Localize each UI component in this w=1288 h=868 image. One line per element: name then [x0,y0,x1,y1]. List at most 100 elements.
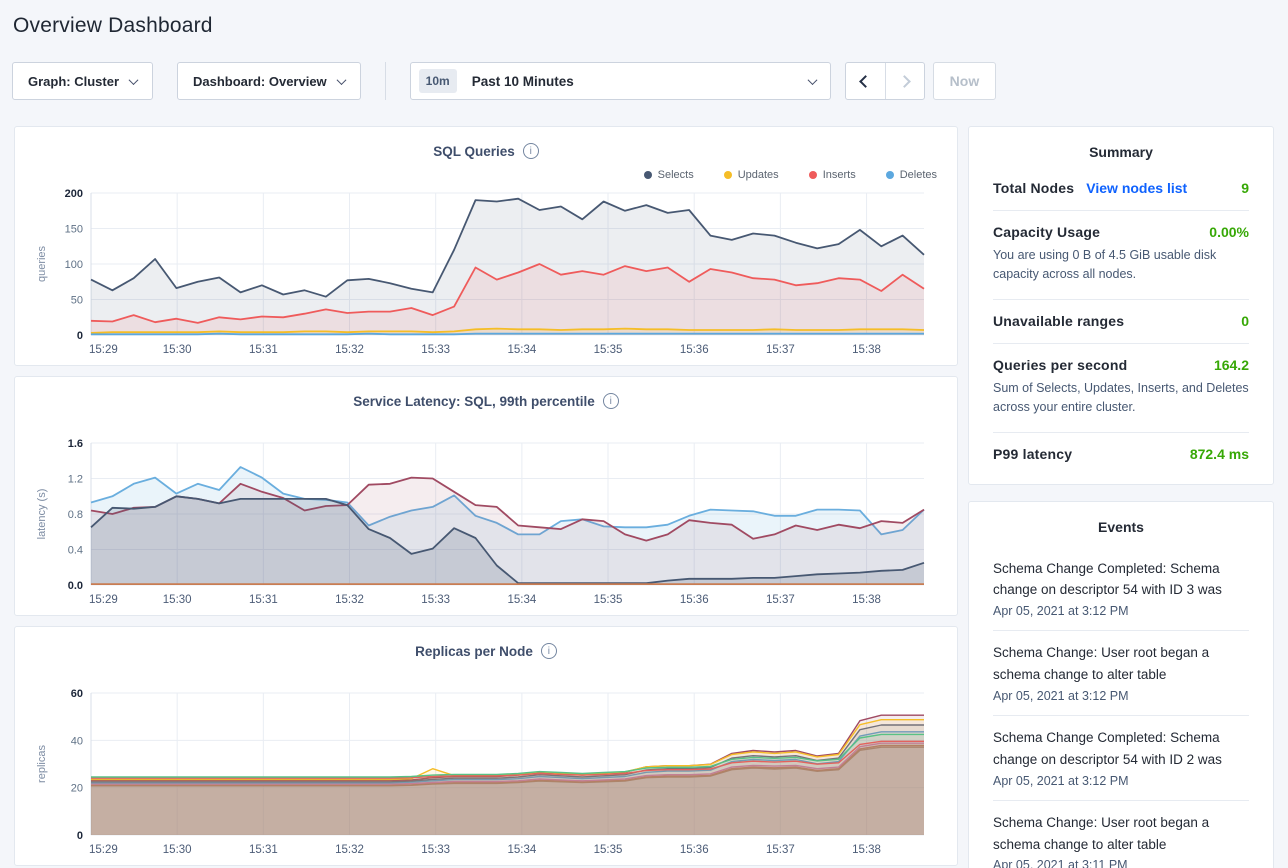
legend-dot-icon [886,171,894,179]
svg-text:0: 0 [77,830,83,842]
chart-header: SQL Queries [31,139,941,163]
events-panel: Events Schema Change Completed: Schema c… [968,501,1274,868]
chevron-down-icon [129,75,139,85]
svg-text:15:34: 15:34 [507,844,536,856]
dashboard-dropdown-label: Dashboard: Overview [193,74,327,89]
svg-text:15:31: 15:31 [249,594,278,606]
svg-text:15:38: 15:38 [852,844,881,856]
legend-item[interactable]: Inserts [809,169,856,181]
svg-text:100: 100 [65,259,83,271]
legend-item[interactable]: Deletes [886,169,937,181]
svg-text:60: 60 [71,688,83,700]
event-item[interactable]: Schema Change: User root began a schema … [993,630,1249,715]
svg-text:15:33: 15:33 [421,344,450,356]
sql-queries-chart-plot[interactable]: 05010015020015:2915:3015:3115:3215:3315:… [31,187,943,359]
prev-time-button[interactable] [846,63,885,99]
replicas-chart-plot[interactable]: 020406015:2915:3015:3115:3215:3315:3415:… [31,687,943,859]
summary-row-p99-latency: P99 latency 872.4 ms [993,432,1249,476]
svg-text:15:36: 15:36 [680,594,709,606]
svg-text:15:33: 15:33 [421,844,450,856]
svg-text:15:30: 15:30 [163,594,192,606]
time-step-buttons [845,62,925,100]
legend-dot-icon [724,171,732,179]
charts-column: SQL Queries Selects Updates Inserts Deletes… [14,126,958,868]
svg-text:15:37: 15:37 [766,844,795,856]
svg-text:1.2: 1.2 [68,474,83,486]
event-item[interactable]: Schema Change Completed: Schema change o… [993,715,1249,800]
svg-text:15:31: 15:31 [249,844,278,856]
event-text: Schema Change Completed: Schema change o… [993,558,1249,602]
chevron-down-icon [807,75,817,85]
next-time-button[interactable] [885,63,924,99]
legend-item[interactable]: Updates [724,169,779,181]
legend-item[interactable]: Selects [644,169,694,181]
svg-text:15:29: 15:29 [89,344,118,356]
svg-text:15:32: 15:32 [335,594,364,606]
view-nodes-list-link[interactable]: View nodes list [1086,180,1187,196]
now-button[interactable]: Now [933,62,997,100]
svg-text:15:32: 15:32 [335,844,364,856]
summary-label: Unavailable ranges [993,313,1124,329]
info-icon[interactable] [603,393,619,409]
summary-description: You are using 0 B of 4.5 GiB usable disk… [993,246,1249,285]
summary-value: 164.2 [1214,357,1249,373]
page-title: Overview Dashboard [12,14,1274,38]
summary-value: 872.4 ms [1190,446,1249,462]
chevron-left-icon [859,75,872,88]
info-icon[interactable] [541,643,557,659]
summary-label: Capacity Usage [993,224,1100,240]
svg-text:15:31: 15:31 [249,344,278,356]
svg-text:15:33: 15:33 [421,594,450,606]
svg-text:15:36: 15:36 [680,844,709,856]
summary-title: Summary [993,127,1249,172]
svg-text:15:38: 15:38 [852,344,881,356]
graph-dropdown[interactable]: Graph: Cluster [12,62,153,100]
summary-value: 9 [1241,180,1249,196]
svg-text:15:30: 15:30 [163,844,192,856]
service-latency-chart-plot[interactable]: 0.00.40.81.21.615:2915:3015:3115:3215:33… [31,437,943,609]
event-text: Schema Change Completed: Schema change o… [993,727,1249,771]
dashboard-dropdown[interactable]: Dashboard: Overview [177,62,361,100]
legend-dot-icon [644,171,652,179]
svg-text:15:38: 15:38 [852,594,881,606]
chart-header: Replicas per Node [31,639,941,663]
summary-label: P99 latency [993,446,1072,462]
svg-text:150: 150 [65,224,83,236]
summary-row-total-nodes: Total Nodes View nodes list 9 [993,172,1249,210]
event-item[interactable]: Schema Change: User root began a schema … [993,800,1249,868]
svg-text:15:35: 15:35 [594,344,623,356]
chart-legend [31,413,941,437]
svg-text:replicas: replicas [36,745,48,783]
chart-title: Replicas per Node [415,644,533,659]
time-range-dropdown[interactable]: 10m Past 10 Minutes [410,62,831,100]
svg-text:15:37: 15:37 [766,344,795,356]
svg-text:15:34: 15:34 [507,594,536,606]
chart-title: SQL Queries [433,144,515,159]
svg-text:40: 40 [71,735,83,747]
svg-text:20: 20 [71,783,83,795]
event-timestamp: Apr 05, 2021 at 3:12 PM [993,689,1249,703]
time-range-label: Past 10 Minutes [472,74,574,89]
summary-value: 0.00% [1209,224,1249,240]
info-icon[interactable] [523,143,539,159]
legend-dot-icon [809,171,817,179]
svg-text:0: 0 [77,330,83,342]
summary-row-queries-per-second: Queries per second 164.2 Sum of Selects,… [993,343,1249,432]
svg-text:latency (s): latency (s) [36,489,48,540]
summary-row-unavailable-ranges: Unavailable ranges 0 [993,299,1249,343]
svg-text:0.4: 0.4 [68,545,83,557]
main-content: SQL Queries Selects Updates Inserts Deletes… [14,126,1274,868]
chart-panel-sql-queries: SQL Queries Selects Updates Inserts Deletes… [14,126,958,366]
svg-text:1.6: 1.6 [68,438,83,450]
chart-header: Service Latency: SQL, 99th percentile [31,389,941,413]
summary-value: 0 [1241,313,1249,329]
summary-panel: Summary Total Nodes View nodes list 9 Ca… [968,126,1274,485]
controls-row: Graph: Cluster Dashboard: Overview 10m P… [12,62,1274,100]
svg-text:0.8: 0.8 [68,509,83,521]
controls-divider [385,62,386,100]
summary-description: Sum of Selects, Updates, Inserts, and De… [993,379,1249,418]
svg-text:200: 200 [65,188,83,200]
overview-dashboard-page: Overview Dashboard Graph: Cluster Dashbo… [0,0,1288,868]
event-item[interactable]: Schema Change Completed: Schema change o… [993,547,1249,631]
chart-title: Service Latency: SQL, 99th percentile [353,394,595,409]
